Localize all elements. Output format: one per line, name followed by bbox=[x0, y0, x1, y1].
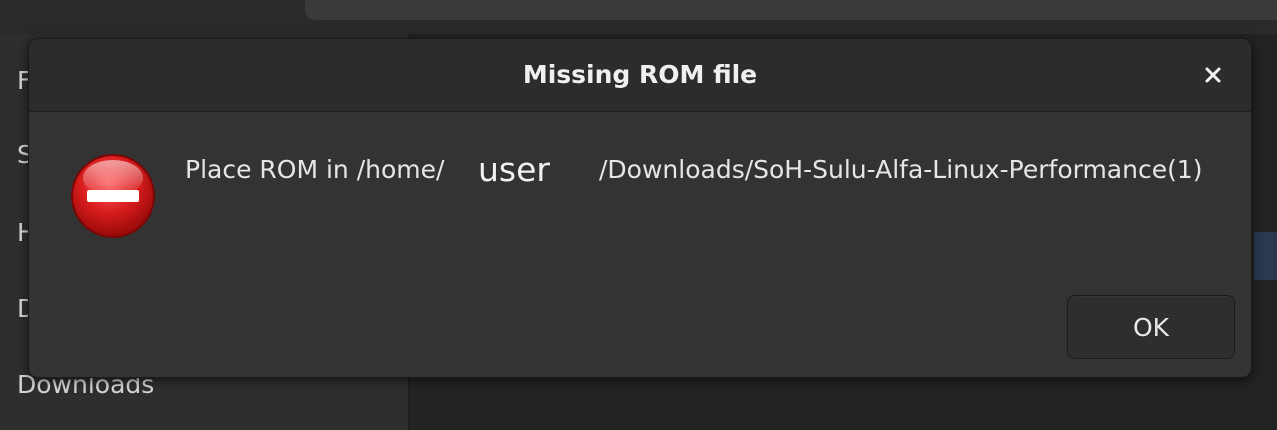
background-search-bar[interactable] bbox=[305, 0, 1277, 20]
dialog-header: Missing ROM file bbox=[29, 39, 1251, 112]
dialog-error-icon bbox=[71, 154, 155, 238]
message-path-prefix: Place ROM in /home/ bbox=[185, 155, 445, 184]
missing-rom-dialog: Missing ROM file Place ROM in /home/ use… bbox=[28, 38, 1252, 378]
close-icon bbox=[1205, 67, 1221, 83]
close-button[interactable] bbox=[1197, 59, 1229, 91]
message-username: user bbox=[478, 150, 550, 189]
ok-button[interactable]: OK bbox=[1067, 295, 1235, 359]
dialog-title: Missing ROM file bbox=[522, 60, 758, 89]
background-selected-row[interactable] bbox=[1254, 232, 1277, 280]
message-path-suffix: /Downloads/SoH-Sulu-Alfa-Linux-Performan… bbox=[599, 155, 1203, 184]
